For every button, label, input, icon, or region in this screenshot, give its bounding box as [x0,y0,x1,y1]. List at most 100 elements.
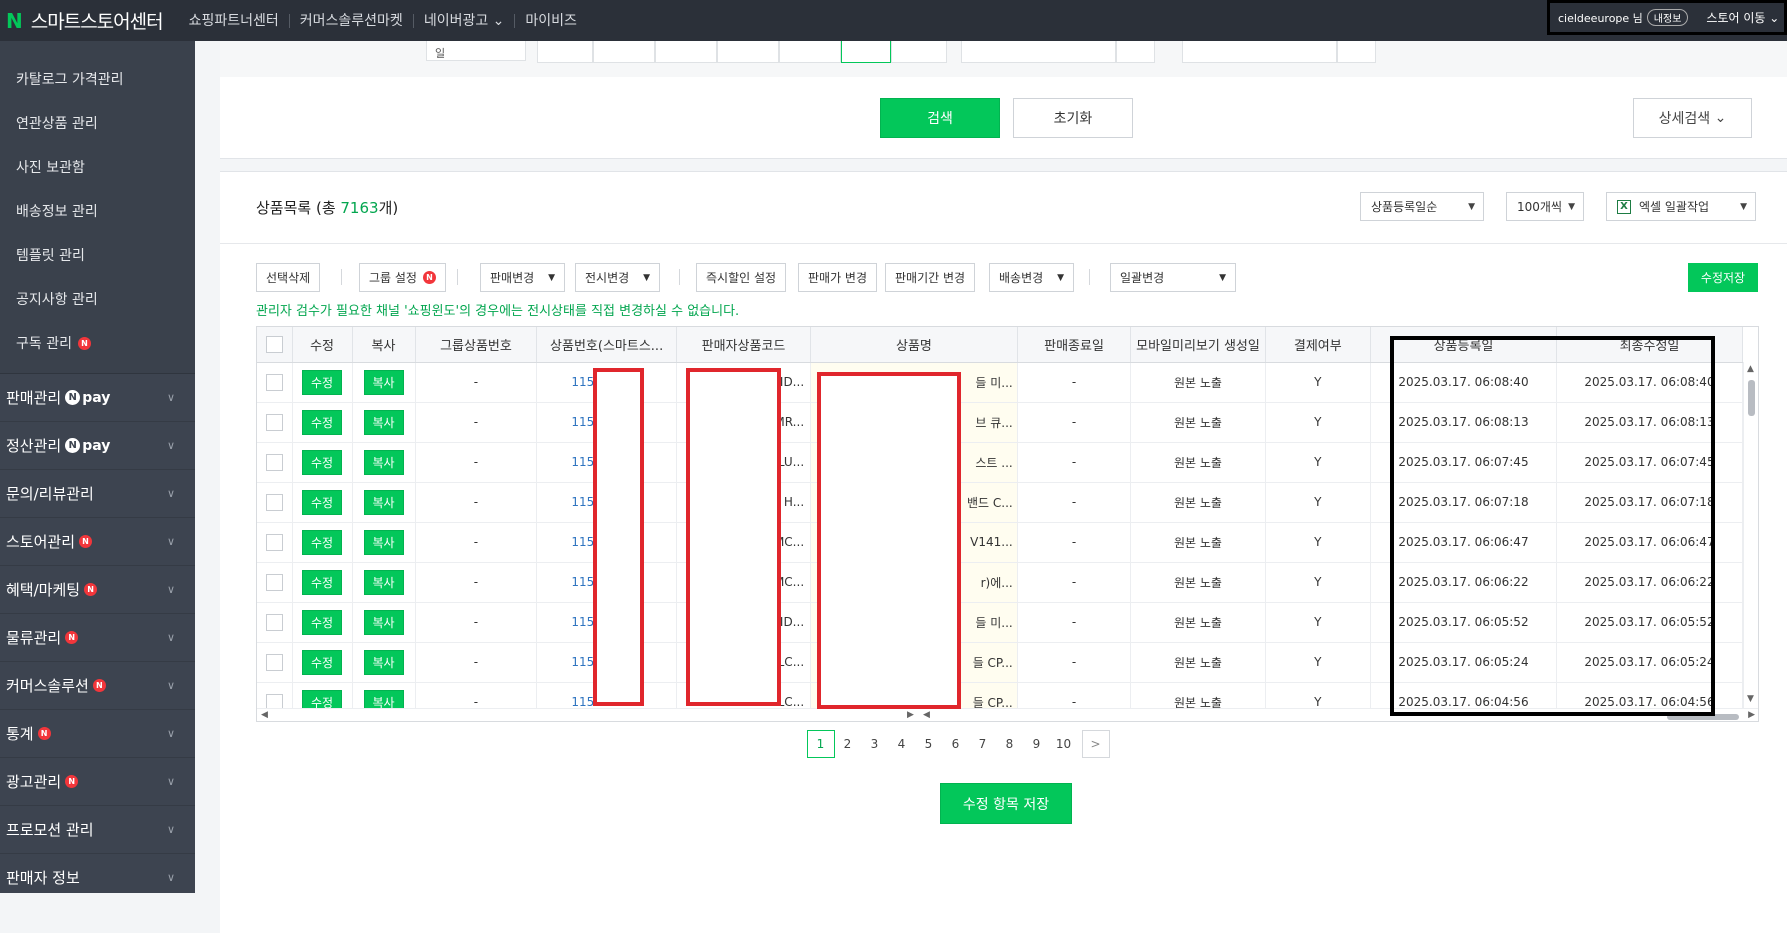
row-checkbox[interactable] [265,533,283,551]
edit-button[interactable]: 수정 [302,449,343,475]
table-row[interactable]: 수정 복사 -115 LU... 스트 ... - 원본 노출 Y 2025.03.17. 06… [257,442,1744,483]
sidebar-sub-catalog-price[interactable]: 카탈로그 가격관리 [0,57,195,101]
page-5-button[interactable]: 5 [915,730,943,758]
store-move-button[interactable]: 스토어 이동 ⌄ [1706,9,1779,26]
sale-change-dropdown[interactable]: 판매변경 ▼ [480,263,566,292]
sidebar-sub-photo-storage[interactable]: 사진 보관함 [0,145,195,189]
page-7-button[interactable]: 7 [969,730,997,758]
copy-button[interactable]: 복사 [363,449,404,475]
edit-button[interactable]: 수정 [302,369,343,395]
delete-selected-button[interactable]: 선택삭제 [256,263,321,292]
edit-button[interactable]: 수정 [302,649,343,675]
detail-search-button[interactable]: 상세검색 ⌄ [1633,98,1752,138]
column-header[interactable]: 수정 [292,327,353,363]
scroll-left-icon[interactable]: ◀ [261,710,268,720]
column-header[interactable]: 판매자상품코드 [676,327,812,363]
search-button[interactable]: 검색 [880,98,1000,138]
vertical-scrollbar[interactable]: ▲ ▼ [1743,362,1758,708]
select-all-checkbox[interactable] [265,335,283,353]
instant-discount-button[interactable]: 즉시할인 설정 [696,263,787,292]
column-header[interactable]: 모바일미리보기 생성일 [1130,327,1266,363]
sidebar-sub-notice[interactable]: 공지사항 관리 [0,277,195,321]
date-preset-button[interactable] [655,41,717,63]
date-preset-button[interactable] [717,41,779,63]
date-preset-button[interactable] [891,41,947,63]
page-size-select[interactable]: 100개씩 ▼ [1506,192,1584,221]
page-3-button[interactable]: 3 [861,730,889,758]
calendar-icon[interactable] [1337,41,1376,63]
top-nav-shopping-partner[interactable]: 쇼핑파트너센터 [179,14,289,28]
page-4-button[interactable]: 4 [888,730,916,758]
edit-button[interactable]: 수정 [302,609,343,635]
sidebar-item-logistics[interactable]: 물류관리 N ∨ [0,614,195,662]
delivery-change-dropdown[interactable]: 배송변경 ▼ [989,263,1075,292]
page-1-button[interactable]: 1 [806,730,835,758]
sidebar-item-marketing[interactable]: 혜택/마케팅 N ∨ [0,566,195,614]
date-preset-button-active[interactable] [841,41,891,63]
app-title[interactable]: 스마트스토어센터 [31,7,164,34]
column-header[interactable]: 상품등록일 [1370,327,1557,363]
page-9-button[interactable]: 9 [1023,730,1051,758]
save-changes-button[interactable]: 수정저장 [1688,263,1758,292]
row-checkbox[interactable] [265,573,283,591]
sidebar-sub-related-products[interactable]: 연관상품 관리 [0,101,195,145]
column-header[interactable]: 상품번호(스마트스... [536,327,677,363]
row-checkbox[interactable] [265,493,283,511]
sidebar-sub-subscription[interactable]: 구독 관리 N [0,321,195,365]
bulk-change-dropdown[interactable]: 일괄변경 ▼ [1110,263,1236,292]
date-preset-button[interactable] [593,41,655,63]
column-header[interactable]: 최종수정일 [1556,327,1744,363]
edit-button[interactable]: 수정 [302,409,343,435]
calendar-icon[interactable] [1116,41,1155,63]
sidebar-item-settlement[interactable]: 정산관리 Npay ∨ [0,422,195,470]
row-checkbox[interactable] [265,453,283,471]
sidebar-item-ads[interactable]: 광고관리 N ∨ [0,758,195,806]
naver-logo-icon[interactable]: N [6,9,23,33]
page-8-button[interactable]: 8 [996,730,1024,758]
date-preset-button[interactable] [779,41,841,63]
table-row[interactable]: 수정 복사 -115 H... 밴드 C... - 원본 노출 Y 2025.03.17. 06… [257,482,1744,523]
sidebar-item-store[interactable]: 스토어관리 N ∨ [0,518,195,566]
copy-button[interactable]: 복사 [363,369,404,395]
row-checkbox[interactable] [265,413,283,431]
date-type-field[interactable]: 일 [426,41,526,61]
table-row[interactable]: 수정 복사 -115 ID... 들 미... - 원본 노출 Y 2025.03.17. 06… [257,362,1744,403]
start-date-input[interactable] [961,41,1116,63]
top-nav-mybiz[interactable]: 마이비즈 [514,13,587,28]
sidebar-item-seller-info[interactable]: 판매자 정보 ∨ [0,854,195,893]
sidebar-sub-delivery-info[interactable]: 배송정보 관리 [0,189,195,233]
column-header[interactable]: 그룹상품번호 [415,327,538,363]
column-header[interactable]: 상품명 [810,327,1018,363]
column-header[interactable]: 결제여부 [1265,327,1372,363]
table-row[interactable]: 수정 복사 -115 MC... r)에... - 원본 노출 Y 2025.03.17. 06… [257,562,1744,603]
period-change-button[interactable]: 판매기간 변경 [885,263,976,292]
table-row[interactable]: 수정 복사 -115 MR... 브 큐... - 원본 노출 Y 2025.03.17. 06… [257,402,1744,443]
scroll-thumb[interactable] [1667,714,1739,720]
row-checkbox[interactable] [265,653,283,671]
page-2-button[interactable]: 2 [834,730,862,758]
page-6-button[interactable]: 6 [942,730,970,758]
display-change-dropdown[interactable]: 전시변경 ▼ [575,263,661,292]
group-setting-button[interactable]: 그룹 설정 N [359,263,446,292]
table-row[interactable]: 수정 복사 -115 MC... V141... - 원본 노출 Y 2025.03.17. 0… [257,522,1744,563]
end-date-input[interactable] [1182,41,1337,63]
column-header[interactable]: 판매종료일 [1017,327,1132,363]
column-header[interactable]: 복사 [352,327,416,363]
excel-bulk-button[interactable]: X 엑셀 일괄작업 ▼ [1606,192,1756,221]
my-info-button[interactable]: 내정보 [1646,9,1689,26]
sidebar-item-promotion[interactable]: 프로모션 관리 ∨ [0,806,195,854]
sidebar-item-commerce-solution[interactable]: 커머스솔루션 N ∨ [0,662,195,710]
row-checkbox[interactable] [265,613,283,631]
scroll-left-icon[interactable]: ◀ [923,710,930,720]
sort-select[interactable]: 상품등록일순 ▼ [1360,192,1484,221]
scroll-up-icon[interactable]: ▲ [1747,364,1754,374]
sidebar-item-inquiry-review[interactable]: 문의/리뷰관리 ∨ [0,470,195,518]
copy-button[interactable]: 복사 [363,529,404,555]
scroll-right-icon[interactable]: ▶ [1748,710,1755,720]
price-change-button[interactable]: 판매가 변경 [798,263,878,292]
copy-button[interactable]: 복사 [363,609,404,635]
row-checkbox[interactable] [265,373,283,391]
save-edited-items-button[interactable]: 수정 항목 저장 [940,783,1072,824]
reset-button[interactable]: 초기화 [1013,98,1133,138]
edit-button[interactable]: 수정 [302,569,343,595]
